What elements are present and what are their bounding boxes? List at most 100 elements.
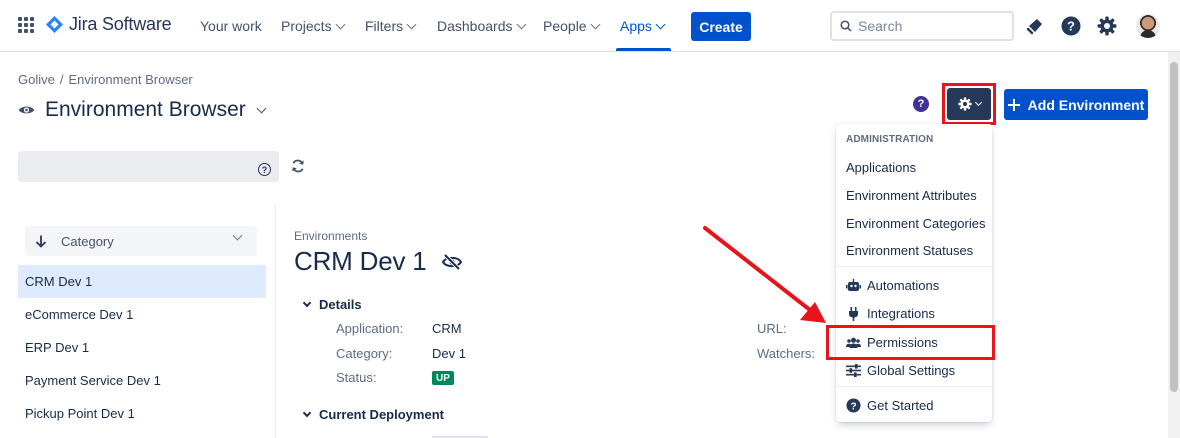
filter-input[interactable] [18,151,279,182]
nav-apps-label: Apps [620,18,652,34]
list-item[interactable]: Pickup Point Dev 1 [18,397,266,430]
user-avatar[interactable] [1136,14,1160,38]
eye-icon[interactable] [18,104,35,116]
robot-icon [846,279,861,291]
list-item-label: ERP Dev 1 [25,340,90,355]
menu-divider [836,266,992,267]
nav-your-work-label: Your work [200,18,262,34]
breadcrumb-separator: / [59,72,64,87]
sliders-icon [846,364,861,377]
list-item-label: CRM Dev 1 [25,274,93,289]
application-label: Application: [336,321,404,336]
menu-item-label: Environment Statuses [846,243,974,258]
jira-logo[interactable]: Jira Software [46,14,172,35]
menu-divider [836,386,992,387]
plus-icon [1007,98,1020,111]
menu-item-label: Applications [846,160,917,175]
chevron-down-icon [516,19,526,29]
scrollbar-thumb[interactable] [1170,62,1178,392]
breadcrumb-page[interactable]: Environment Browser [68,72,192,87]
question-circle-icon: ? [846,398,861,413]
list-item[interactable]: eCommerce Dev 1 [18,298,266,331]
list-item[interactable]: CRM Dev 1 [18,265,266,298]
notifications-icon[interactable] [1024,15,1046,37]
menu-item-global-settings[interactable]: Global Settings [846,363,955,378]
nav-your-work[interactable]: Your work [200,18,262,34]
menu-item-label: Automations [867,278,940,293]
breadcrumb-project[interactable]: Golive [18,72,55,87]
menu-item-get-started[interactable]: ? Get Started [846,398,933,413]
search-icon [840,20,852,32]
chevron-down-icon[interactable] [256,103,267,113]
environment-title-row: CRM Dev 1 [294,246,463,277]
nav-apps[interactable]: Apps [620,18,666,34]
watchers-label: Watchers: [757,346,816,361]
category-sort-select[interactable]: Category [25,226,257,256]
nav-projects-label: Projects [281,18,332,34]
highlight-box-permissions [826,325,995,360]
menu-item-integrations[interactable]: Integrations [846,306,935,321]
application-value: CRM [432,321,462,336]
svg-text:?: ? [850,401,856,412]
list-item[interactable]: Payment Service Dev 1 [18,364,266,397]
nav-people[interactable]: People [543,18,601,34]
nav-dashboards-label: Dashboards [437,18,513,34]
refresh-icon[interactable] [291,159,305,173]
chevron-down-icon [590,19,601,29]
nav-people-label: People [543,18,587,34]
details-heading: Details [319,297,362,312]
page-title-row: Environment Browser [18,98,267,122]
status-label: Status: [336,370,377,385]
question-circle-icon: ? [1061,16,1081,36]
status-badge: UP [432,371,454,385]
nav-projects[interactable]: Projects [281,18,346,34]
page-title: Environment Browser [45,98,246,121]
search-field[interactable] [830,11,1014,41]
administration-menu: ADMINISTRATION Applications Environment … [836,124,992,422]
list-item-label: Payment Service Dev 1 [25,373,161,388]
menu-item-automations[interactable]: Automations [846,278,939,293]
nav-filters[interactable]: Filters [365,18,417,34]
chevron-down-icon [335,19,346,29]
app-name: Jira Software [69,14,172,34]
filter-help-icon[interactable]: ? [258,163,271,176]
menu-item-applications[interactable]: Applications [846,160,916,175]
list-item-label: Pickup Point Dev 1 [25,406,135,421]
active-tab-indicator [616,48,671,51]
add-environment-button[interactable]: Add Environment [1004,89,1148,120]
list-item[interactable]: ERP Dev 1 [18,331,266,364]
chevron-down-icon [302,298,312,307]
help-icon[interactable]: ? [1060,15,1082,37]
search-input[interactable] [858,18,998,34]
nav-filters-label: Filters [365,18,404,34]
details-section-toggle[interactable]: Details [302,297,362,312]
url-label: URL: [757,321,787,336]
nav-dashboards[interactable]: Dashboards [437,18,526,34]
page-scrollbar[interactable] [1168,52,1180,438]
environments-label: Environments [294,229,368,243]
menu-item-environment-attributes[interactable]: Environment Attributes [846,188,977,203]
megaphone-icon [1026,19,1042,35]
chevron-down-icon [406,19,417,29]
app-switcher-icon[interactable] [18,17,34,33]
category-label: Category: [336,346,393,361]
chevron-down-icon [232,230,243,241]
menu-item-label: Integrations [867,306,935,321]
list-item-label: eCommerce Dev 1 [25,307,134,322]
menu-item-label: Environment Attributes [846,188,977,203]
menu-item-label: Environment Categories [846,216,986,231]
menu-item-label: Get Started [867,398,934,413]
menu-item-environment-statuses[interactable]: Environment Statuses [846,243,973,258]
jira-logo-icon [46,16,63,33]
help-icon[interactable]: ? [913,96,929,112]
eye-slash-icon[interactable] [441,253,463,271]
gear-icon [1097,16,1117,36]
create-button[interactable]: Create [691,12,751,41]
chevron-down-icon [302,408,312,417]
arrow-down-icon [35,235,47,248]
menu-item-environment-categories[interactable]: Environment Categories [846,216,985,231]
settings-icon[interactable] [1096,15,1118,37]
menu-item-label: Global Settings [867,363,956,378]
category-sort-label: Category [61,233,114,249]
deployment-section-toggle[interactable]: Current Deployment [302,407,444,422]
